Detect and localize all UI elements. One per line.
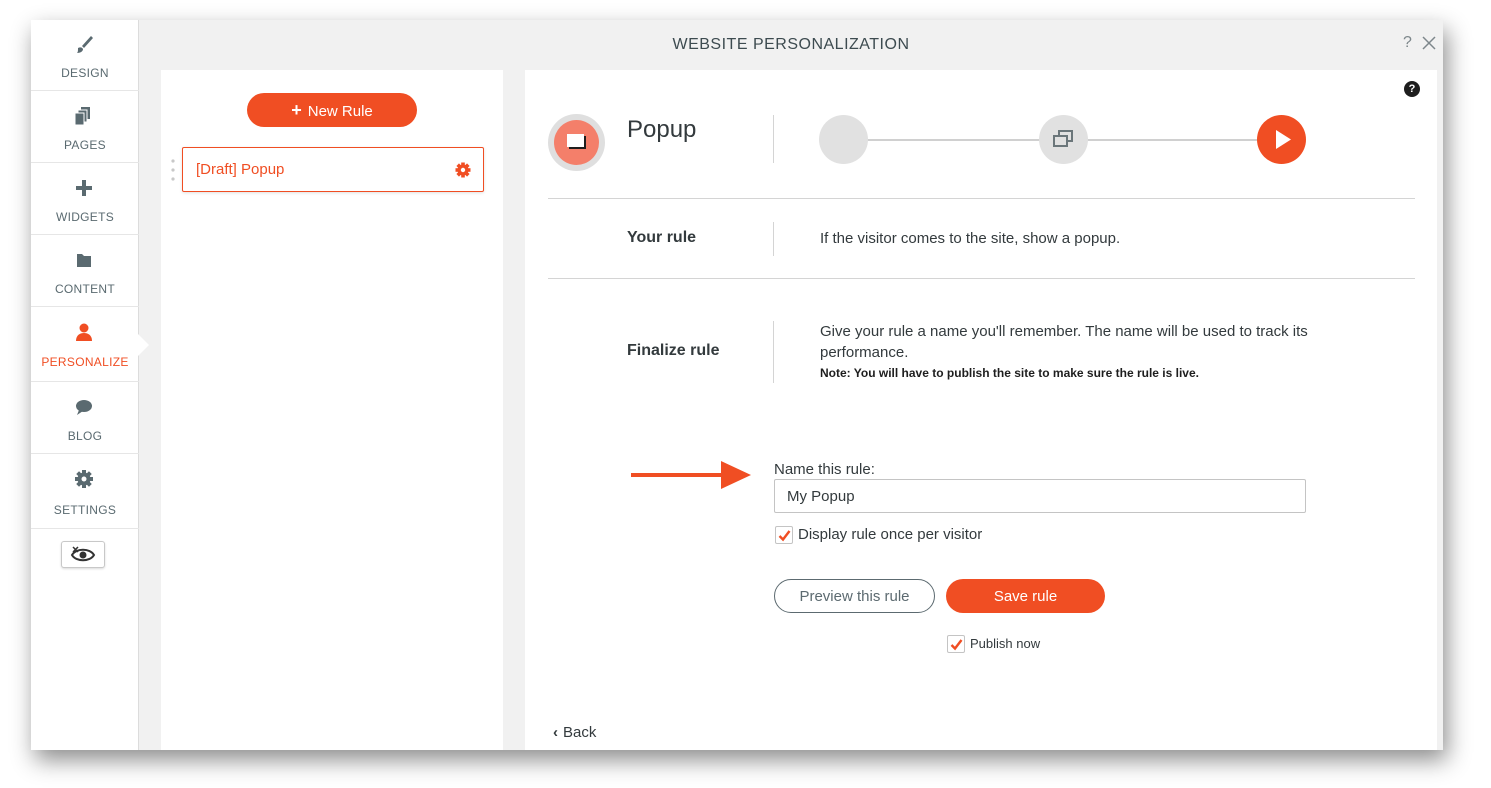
preview-toggle-button[interactable] (61, 541, 105, 568)
stepper-line (843, 139, 1043, 141)
divider (773, 115, 774, 163)
sidebar: DESIGN PAGES WIDGETS CONTENT PERSONALIZE… (31, 20, 139, 750)
sidebar-item-settings[interactable]: SETTINGS (31, 455, 139, 529)
rule-type-badge (548, 114, 605, 171)
active-nav-pointer (138, 334, 149, 356)
help-icon[interactable]: ? (1404, 81, 1420, 97)
display-once-checkbox[interactable] (775, 526, 793, 544)
rules-panel: + New Rule [Draft] Popup (161, 70, 503, 750)
eye-crossed-icon (70, 546, 96, 562)
divider (548, 198, 1415, 199)
sidebar-item-label: PAGES (64, 138, 106, 152)
play-icon (1276, 130, 1291, 149)
rule-editor-panel: ? Popup Your rule If the visitor comes t… (525, 70, 1437, 750)
sidebar-item-blog[interactable]: BLOG (31, 383, 139, 454)
chevron-left-icon: ‹ (553, 724, 558, 741)
back-label: Back (563, 724, 597, 741)
finalize-description: Give your rule a name you'll remember. T… (820, 323, 1308, 361)
save-rule-button[interactable]: Save rule (946, 579, 1105, 613)
folder-icon (77, 254, 91, 267)
your-rule-summary: If the visitor comes to the site, show a… (820, 230, 1121, 247)
rule-name: [Draft] Popup (196, 161, 285, 178)
finalize-rule-label: Finalize rule (627, 342, 720, 359)
step-3[interactable] (1257, 115, 1306, 164)
sidebar-item-widgets[interactable]: WIDGETS (31, 164, 139, 235)
plus-icon: + (291, 100, 302, 120)
user-icon (76, 323, 92, 341)
personalization-window: DESIGN PAGES WIDGETS CONTENT PERSONALIZE… (31, 20, 1443, 750)
new-rule-label: New Rule (307, 103, 373, 120)
help-button[interactable]: ? (1403, 34, 1412, 52)
checkmark-icon (778, 530, 791, 542)
arrow-right-icon (631, 461, 751, 489)
your-rule-label: Your rule (627, 229, 697, 246)
popup-icon (567, 134, 586, 149)
step-2[interactable] (1039, 115, 1088, 164)
rule-type-title: Popup (627, 116, 697, 143)
divider (773, 321, 774, 383)
divider (773, 222, 774, 256)
back-link[interactable]: ‹ Back (553, 724, 596, 741)
gear-icon (75, 470, 93, 488)
preview-rule-button[interactable]: Preview this rule (774, 579, 935, 613)
stepper-line (1087, 139, 1257, 141)
sidebar-item-label: CONTENT (54, 282, 116, 296)
sidebar-item-pages[interactable]: PAGES (31, 92, 139, 163)
plus-icon (76, 180, 92, 196)
close-icon[interactable] (1422, 36, 1436, 50)
sidebar-item-content[interactable]: CONTENT (31, 236, 139, 307)
publish-now-checkbox[interactable] (947, 635, 965, 653)
sidebar-item-label: DESIGN (61, 66, 109, 80)
sidebar-item-label: PERSONALIZE (41, 355, 129, 369)
chat-bubble-icon (76, 400, 92, 415)
sidebar-item-label: WIDGETS (55, 210, 115, 224)
popup-windows-icon (1053, 130, 1073, 147)
gear-icon[interactable] (455, 162, 471, 178)
step-1[interactable] (819, 115, 868, 164)
publish-note: Note: You will have to publish the site … (820, 366, 1199, 380)
divider (548, 278, 1415, 279)
new-rule-button[interactable]: + New Rule (247, 93, 417, 127)
display-once-label[interactable]: Display rule once per visitor (798, 526, 982, 543)
brush-icon (77, 36, 93, 53)
pages-icon (74, 107, 90, 126)
name-field-label: Name this rule: (774, 461, 875, 478)
checkmark-icon (950, 639, 963, 651)
sidebar-item-personalize[interactable]: PERSONALIZE (31, 308, 139, 382)
rule-name-input[interactable] (774, 479, 1306, 513)
sidebar-item-label: BLOG (67, 429, 103, 443)
sidebar-item-design[interactable]: DESIGN (31, 20, 139, 91)
rule-list-item[interactable]: [Draft] Popup (182, 147, 484, 192)
sidebar-item-label: SETTINGS (53, 503, 117, 517)
drag-handle-icon[interactable] (170, 158, 176, 182)
publish-now-label[interactable]: Publish now (970, 636, 1040, 651)
window-title: WEBSITE PERSONALIZATION (672, 36, 910, 53)
